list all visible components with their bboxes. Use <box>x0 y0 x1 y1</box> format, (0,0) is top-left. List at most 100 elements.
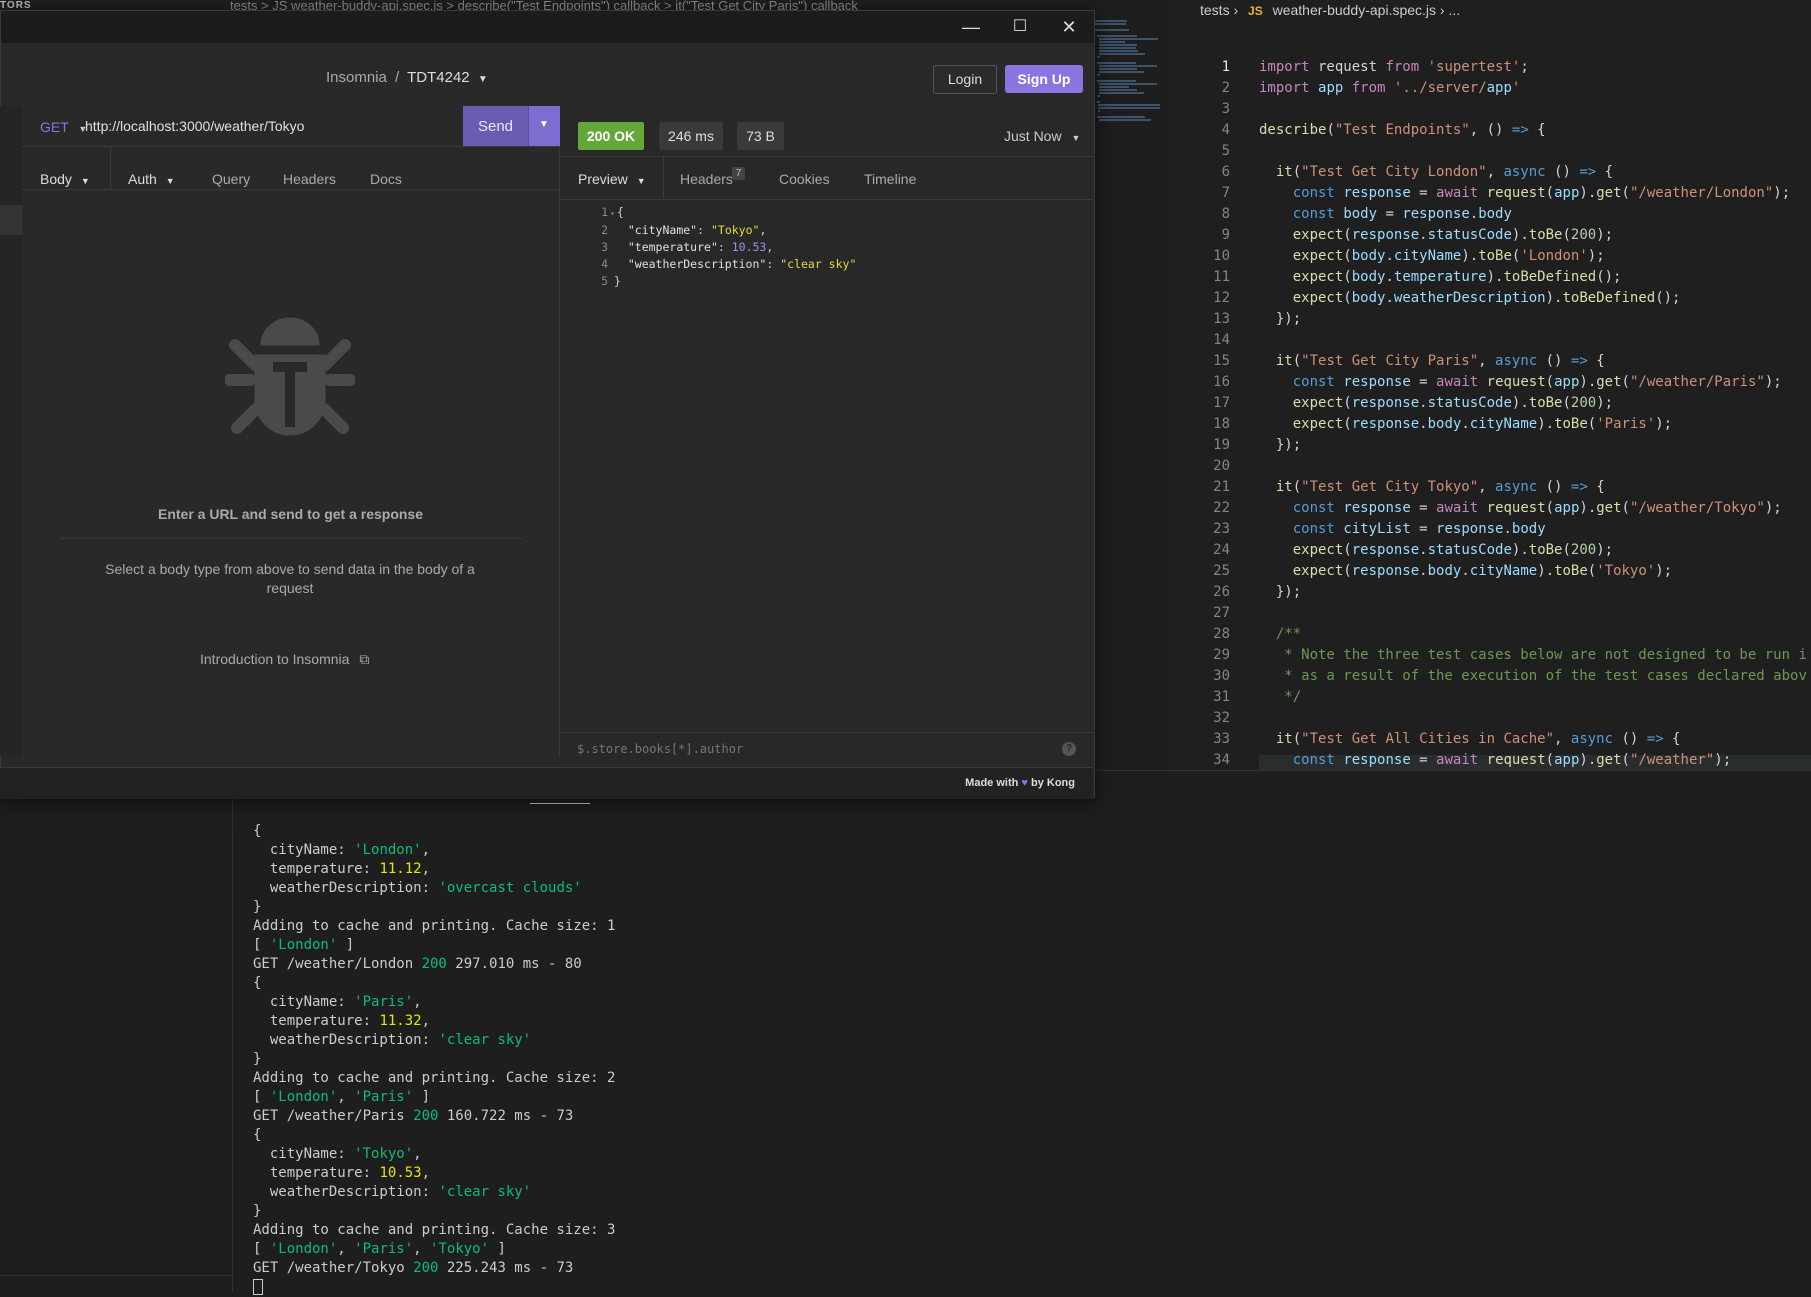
minimap-line <box>1097 62 1136 64</box>
sidebar-selected-item[interactable] <box>0 205 22 235</box>
sidebar-collapsed[interactable] <box>0 106 23 757</box>
login-button[interactable]: Login <box>933 65 997 94</box>
external-link-icon: ⧉ <box>359 651 370 667</box>
minimap-line <box>1099 92 1144 94</box>
code-text: }); <box>1259 311 1302 327</box>
line-number: 10 <box>1213 248 1230 264</box>
code-editor[interactable]: tests › JS weather-buddy-api.spec.js › .… <box>1170 0 1811 776</box>
minimap-line <box>1099 86 1129 88</box>
breadcrumb-folder[interactable]: tests <box>1200 2 1230 18</box>
maximize-button[interactable]: ☐ <box>996 11 1044 43</box>
minimap-line <box>1099 44 1137 46</box>
signup-button[interactable]: Sign Up <box>1005 65 1083 93</box>
minimap-line <box>1098 104 1160 106</box>
made-with-label: Made with <box>965 777 1019 789</box>
minimap-line <box>1097 56 1100 58</box>
time-badge: 246 ms <box>659 122 723 150</box>
code-text: /** <box>1259 626 1302 642</box>
line-number: 23 <box>1213 521 1230 537</box>
tab-preview-label: Preview <box>578 171 628 187</box>
chevron-down-icon: ▼ <box>80 176 90 186</box>
tab-headers[interactable]: Headers <box>283 171 336 187</box>
breadcrumb-file[interactable]: weather-buddy-api.spec.js <box>1273 2 1436 18</box>
code-text: * as a result of the execution of the te… <box>1259 668 1807 684</box>
response-json-viewer[interactable]: 1 ▾{ 2 "cityName": "Tokyo", 3 "temperatur… <box>590 204 856 290</box>
help-icon[interactable]: ? <box>1062 742 1076 756</box>
line-number: 18 <box>1213 416 1230 432</box>
code-text: }); <box>1259 437 1302 453</box>
code-text: const response = await request(app).get(… <box>1292 500 1782 516</box>
tab-auth[interactable]: Auth ▼ <box>128 171 175 187</box>
send-options-dropdown[interactable]: ▼ <box>528 106 560 146</box>
tab-docs[interactable]: Docs <box>370 171 402 187</box>
tab-response-headers[interactable]: Headers <box>680 171 733 187</box>
chevron-down-icon: ▼ <box>1071 133 1081 143</box>
line-number: 33 <box>1213 731 1230 747</box>
code-text: const body = response.body <box>1292 206 1512 222</box>
line-number: 30 <box>1213 668 1230 684</box>
url-input[interactable] <box>85 116 460 136</box>
terminal-output[interactable]: { cityName: 'London', temperature: 11.12… <box>253 822 615 1297</box>
line-number: 24 <box>1213 542 1230 558</box>
intro-link[interactable]: Introduction to Insomnia ⧉ <box>200 651 369 668</box>
line-number: 14 <box>1213 332 1230 348</box>
made-with-kong: Made with ♥ by Kong <box>965 777 1075 789</box>
send-button[interactable]: Send <box>463 106 528 146</box>
method-label: GET <box>40 119 69 135</box>
minimize-button[interactable]: — <box>947 11 995 43</box>
line-number: 9 <box>1221 227 1230 243</box>
tab-preview[interactable]: Preview ▼ <box>578 171 646 187</box>
line-number: 28 <box>1213 626 1230 642</box>
window-titlebar[interactable]: — ☐ ✕ <box>1 11 1094 43</box>
method-dropdown[interactable]: GET ▼ <box>40 119 87 135</box>
empty-state-body: Select a body type from above to send da… <box>105 561 475 596</box>
tab-body[interactable]: Body ▼ <box>40 171 90 187</box>
code-text: it("Test Get All Cities in Cache", async… <box>1275 731 1681 747</box>
heart-icon: ♥ <box>1021 777 1028 789</box>
bug-icon <box>225 317 355 436</box>
code-text: import app from '../server/app' <box>1259 80 1521 96</box>
code-text: expect(response.statusCode).toBe(200); <box>1292 395 1614 411</box>
tab-query[interactable]: Query <box>212 171 250 187</box>
breadcrumb-project[interactable]: TDT4242 <box>407 69 470 86</box>
line-number: 21 <box>1213 479 1230 495</box>
line-number: 2 <box>1221 80 1230 96</box>
line-number: 4 <box>1221 122 1230 138</box>
minimap-line <box>1099 68 1137 70</box>
code-text: */ <box>1259 689 1302 705</box>
chevron-down-icon: ▼ <box>165 176 175 186</box>
chevron-down-icon[interactable]: ▼ <box>478 74 488 85</box>
terminal-tab-indicator <box>530 803 590 804</box>
by-kong-label: by Kong <box>1031 777 1075 789</box>
project-breadcrumb: Insomnia / TDT4242 ▼ <box>326 69 488 86</box>
breadcrumb-app[interactable]: Insomnia <box>326 69 387 86</box>
minimap-line <box>1099 38 1158 40</box>
line-number: 1 <box>1221 59 1230 75</box>
response-filter-input[interactable] <box>577 742 977 756</box>
close-button[interactable]: ✕ <box>1045 11 1093 43</box>
minimap-line <box>1099 65 1157 67</box>
line-number: 31 <box>1213 689 1230 705</box>
chevron-down-icon: ▼ <box>539 119 549 130</box>
tab-cookies[interactable]: Cookies <box>779 171 830 187</box>
breadcrumb-separator: › <box>1233 2 1243 18</box>
footer: Made with ♥ by Kong <box>0 767 1093 799</box>
tab-timeline[interactable]: Timeline <box>864 171 916 187</box>
minimap[interactable] <box>1095 20 1170 160</box>
divider <box>0 1275 232 1276</box>
javascript-file-icon: JS <box>1248 4 1263 18</box>
history-dropdown[interactable]: Just Now ▼ <box>1004 128 1080 144</box>
chevron-down-icon: ▼ <box>636 176 646 186</box>
line-number: 12 <box>1213 290 1230 306</box>
divider <box>60 538 522 539</box>
line-number: 26 <box>1213 584 1230 600</box>
code-text: }); <box>1259 584 1302 600</box>
code-text: import request from 'supertest'; <box>1259 59 1529 75</box>
code-text: it("Test Get City London", async () => { <box>1275 164 1614 180</box>
breadcrumb-more[interactable]: ... <box>1448 2 1460 18</box>
line-number: 5 <box>1221 143 1230 159</box>
line-number: 19 <box>1213 437 1230 453</box>
minimap-line <box>1099 71 1144 73</box>
minimap-line <box>1099 41 1125 43</box>
line-number: 32 <box>1213 710 1230 726</box>
